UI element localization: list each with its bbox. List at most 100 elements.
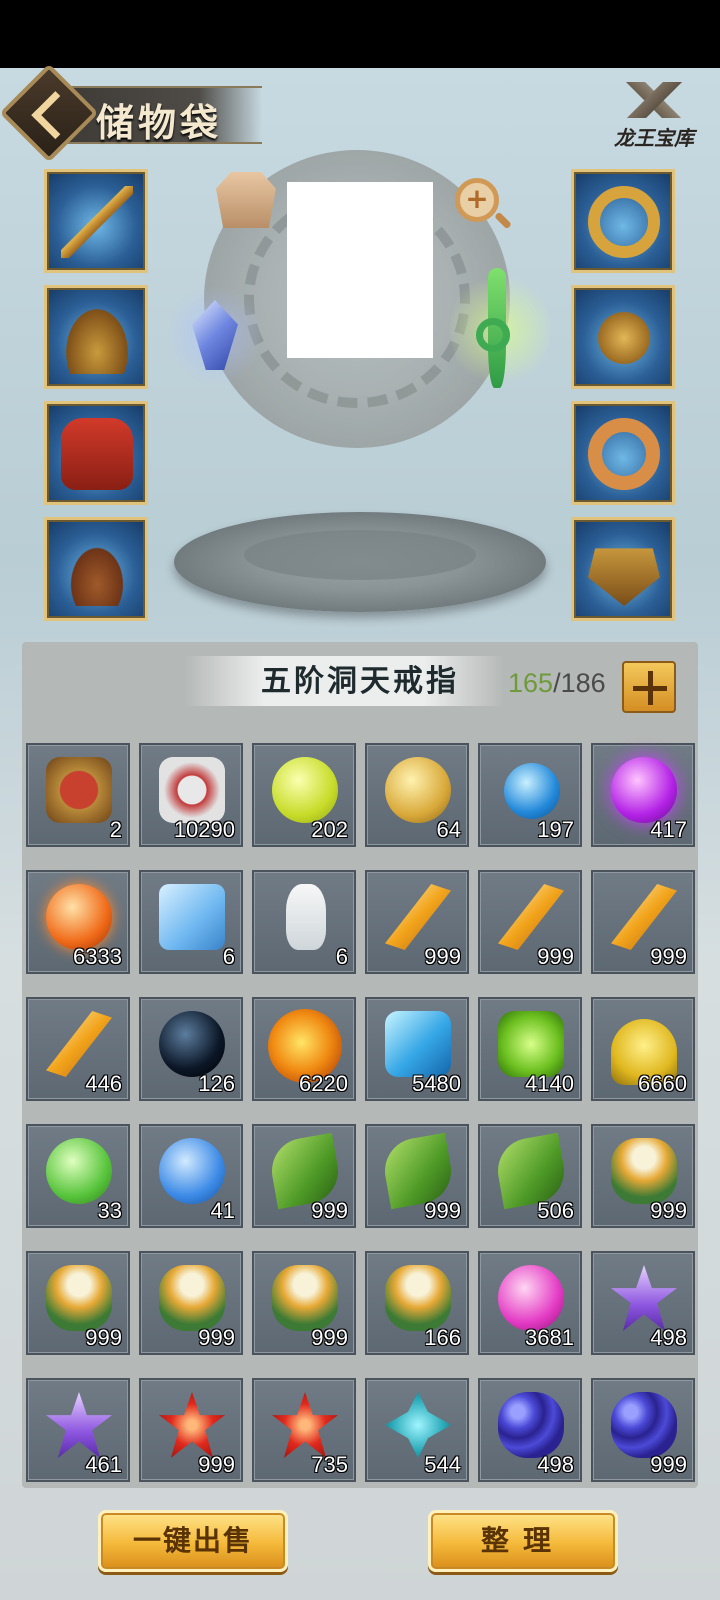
item-count: 999: [424, 1198, 461, 1223]
black-pearl-icon: [159, 1011, 225, 1077]
purple-orb-icon: [611, 757, 677, 823]
porcelain-vase-icon: [286, 884, 326, 950]
equip-slot-belt[interactable]: [571, 517, 675, 621]
inventory-slot[interactable]: 498: [478, 1378, 582, 1482]
inventory-slot[interactable]: 126: [139, 997, 243, 1101]
equip-slot-bracelet[interactable]: [571, 401, 675, 505]
sort-button[interactable]: 整理: [428, 1510, 618, 1572]
gift-box-icon: [159, 884, 225, 950]
inventory-slot[interactable]: 41: [139, 1124, 243, 1228]
inventory-slot[interactable]: 6220: [252, 997, 356, 1101]
inventory-slot[interactable]: 5480: [365, 997, 469, 1101]
item-count: 999: [650, 944, 687, 969]
inventory-slot[interactable]: 64: [365, 743, 469, 847]
item-count: 498: [537, 1452, 574, 1477]
equip-slot-weapon[interactable]: [44, 169, 148, 273]
capacity-counter: 165/186: [508, 668, 606, 699]
inventory-slot[interactable]: 999: [591, 1378, 695, 1482]
item-count: 498: [650, 1325, 687, 1350]
character-portrait: [287, 182, 433, 358]
green-scroll-orb-icon: [46, 1138, 112, 1204]
item-count: 126: [198, 1071, 235, 1096]
inventory-slot[interactable]: 2: [26, 743, 130, 847]
bracelet-icon: [588, 418, 660, 490]
item-count: 999: [537, 944, 574, 969]
item-count: 999: [85, 1325, 122, 1350]
inventory-slot[interactable]: 999: [139, 1251, 243, 1355]
inventory-slot[interactable]: 461: [26, 1378, 130, 1482]
inventory-slot[interactable]: 999: [365, 870, 469, 974]
belt-icon: [588, 548, 660, 606]
inventory-slot[interactable]: 197: [478, 743, 582, 847]
equip-slot-armor[interactable]: [44, 401, 148, 505]
back-button[interactable]: [0, 63, 99, 163]
red-lotus-icon: [159, 1392, 225, 1458]
inventory-slot[interactable]: 6: [139, 870, 243, 974]
item-count: 3681: [525, 1325, 574, 1350]
inventory-slot[interactable]: 6660: [591, 997, 695, 1101]
spider-lily-icon: [272, 1265, 338, 1331]
robe-icon[interactable]: [216, 172, 276, 228]
item-count: 999: [198, 1452, 235, 1477]
inventory-slot[interactable]: 446: [26, 997, 130, 1101]
inventory-slot[interactable]: 506: [478, 1124, 582, 1228]
storage-ring-name: 五阶洞天戒指: [261, 664, 459, 699]
inventory-slot[interactable]: 4140: [478, 997, 582, 1101]
inventory-slot[interactable]: 999: [478, 870, 582, 974]
item-count: 64: [436, 817, 461, 842]
inventory-slot[interactable]: 6333: [26, 870, 130, 974]
item-count: 999: [650, 1452, 687, 1477]
blue-scroll-orb-icon: [159, 1138, 225, 1204]
expand-capacity-button[interactable]: [622, 661, 676, 713]
inventory-slot[interactable]: 999: [252, 1124, 356, 1228]
item-count: 999: [650, 1198, 687, 1223]
item-count: 6: [335, 944, 348, 969]
item-count: 6660: [638, 1071, 687, 1096]
spider-lily-icon: [611, 1138, 677, 1204]
blue-orb-icon: [504, 763, 560, 819]
inventory-slot[interactable]: 544: [365, 1378, 469, 1482]
inventory-slot[interactable]: 6: [252, 870, 356, 974]
yellow-star-coin-icon: [272, 757, 338, 823]
equip-slot-ring[interactable]: [571, 169, 675, 273]
spider-lily-icon: [46, 1265, 112, 1331]
inventory-grid: 2 10290 202 64 197 417 6333 6 6 999 999 999 446 126 62…: [26, 743, 695, 1482]
item-count: 33: [97, 1198, 122, 1223]
red-badge-icon: [159, 757, 225, 823]
inventory-slot[interactable]: 417: [591, 743, 695, 847]
grapes-icon: [611, 1392, 677, 1458]
capacity-used: 165: [508, 668, 554, 698]
page-title: 储物袋: [96, 100, 223, 145]
inventory-slot[interactable]: 202: [252, 743, 356, 847]
inventory-slot[interactable]: 999: [252, 1251, 356, 1355]
jade-ring-decoration: [476, 318, 510, 352]
inventory-slot[interactable]: 498: [591, 1251, 695, 1355]
item-count: 41: [210, 1198, 235, 1223]
inventory-slot[interactable]: 3681: [478, 1251, 582, 1355]
inventory-slot[interactable]: 999: [591, 870, 695, 974]
inventory-slot[interactable]: 166: [365, 1251, 469, 1355]
inventory-slot[interactable]: 999: [139, 1378, 243, 1482]
inventory-slot[interactable]: 10290: [139, 743, 243, 847]
item-count: 544: [424, 1452, 461, 1477]
item-count: 6220: [299, 1071, 348, 1096]
item-count: 202: [311, 817, 348, 842]
sell-all-button[interactable]: 一键出售: [98, 1510, 288, 1572]
inventory-slot[interactable]: 33: [26, 1124, 130, 1228]
spider-lily-icon: [385, 1265, 451, 1331]
item-count: 999: [311, 1325, 348, 1350]
item-count: 166: [424, 1325, 461, 1350]
inventory-slot[interactable]: 735: [252, 1378, 356, 1482]
inventory-slot[interactable]: 999: [365, 1124, 469, 1228]
zoom-in-icon[interactable]: +: [455, 178, 499, 222]
equip-slot-amulet[interactable]: [571, 285, 675, 389]
dragon-king-treasury-button[interactable]: 龙王宝库: [608, 82, 700, 158]
equip-slot-boots[interactable]: [44, 517, 148, 621]
equip-slot-helmet[interactable]: [44, 285, 148, 389]
teal-flower-icon: [385, 1392, 451, 1458]
item-count: 6: [222, 944, 235, 969]
amber-crystal-icon: [611, 884, 677, 950]
inventory-slot[interactable]: 999: [591, 1124, 695, 1228]
orange-orb-icon: [46, 884, 112, 950]
inventory-slot[interactable]: 999: [26, 1251, 130, 1355]
